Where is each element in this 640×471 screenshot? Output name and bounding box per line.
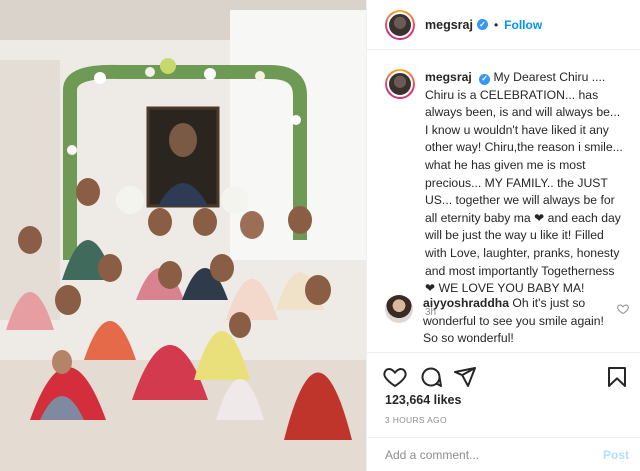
send-icon[interactable]: [453, 365, 477, 389]
bookmark-icon[interactable]: [605, 365, 629, 389]
add-comment-input[interactable]: [385, 445, 575, 465]
caption-text: My Dearest Chiru .... Chiru is a CELEBRA…: [425, 70, 623, 296]
comment-icon[interactable]: [419, 365, 443, 389]
comment-item: aiyyoshraddha Oh it's just so wonderful …: [385, 295, 629, 348]
caption-avatar[interactable]: [385, 69, 415, 99]
action-icons-row: [383, 365, 629, 389]
comment-body: aiyyoshraddha Oh it's just so wonderful …: [423, 295, 613, 348]
commenter-username[interactable]: aiyyoshraddha: [423, 296, 509, 310]
author-avatar[interactable]: [385, 9, 415, 40]
add-comment-bar: Post: [367, 437, 640, 471]
caption: megsraj ✓ My Dearest Chiru .... Chiru is…: [385, 69, 625, 321]
likes-count[interactable]: 123,664 likes: [385, 393, 461, 407]
post-comment-button[interactable]: Post: [603, 448, 629, 462]
separator-dot: •: [493, 17, 499, 32]
post-side-panel: megsraj ✓ • Follow megsraj ✓ My Dearest …: [366, 0, 640, 471]
group-photo-illustration: [0, 0, 366, 471]
follow-button[interactable]: Follow: [504, 18, 542, 32]
caption-username[interactable]: megsraj: [425, 70, 472, 84]
caption-body: megsraj ✓ My Dearest Chiru .... Chiru is…: [425, 69, 625, 321]
verified-badge-icon: ✓: [476, 19, 488, 30]
commenter-avatar[interactable]: [385, 295, 413, 323]
post-timestamp[interactable]: 3 HOURS AGO: [385, 415, 447, 425]
post-actions: 123,664 likes 3 HOURS AGO Post: [367, 352, 640, 471]
author-username[interactable]: megsraj: [425, 18, 473, 32]
comments-section: megsraj ✓ My Dearest Chiru .... Chiru is…: [367, 51, 640, 351]
post-photo[interactable]: [0, 0, 366, 471]
heart-icon[interactable]: [383, 365, 407, 389]
post-header: megsraj ✓ • Follow: [367, 0, 640, 50]
verified-badge-icon: ✓: [479, 73, 491, 85]
comment-like-heart-icon[interactable]: [617, 303, 629, 315]
